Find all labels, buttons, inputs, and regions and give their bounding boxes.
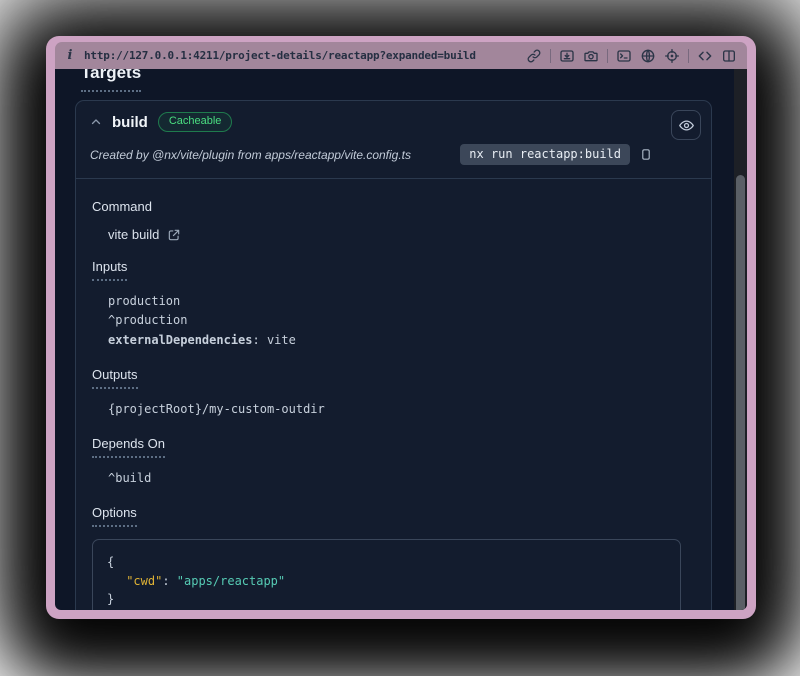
view-target-button[interactable] — [671, 110, 701, 140]
inputs-section: Inputs production ^production externalDe… — [92, 259, 695, 350]
download-icon[interactable] — [559, 48, 575, 64]
toolbar-separator — [550, 49, 551, 63]
code-icon[interactable] — [697, 48, 713, 64]
copy-icon — [639, 147, 653, 162]
target-name: build — [112, 114, 148, 131]
depends-on-item: ^build — [108, 469, 695, 488]
command-label: Command — [92, 199, 152, 214]
json-line: } — [107, 590, 666, 609]
camera-icon[interactable] — [583, 48, 599, 64]
page-title[interactable]: Targets — [81, 69, 141, 92]
build-header-meta: Created by @nx/vite/plugin from apps/rea… — [90, 144, 697, 165]
input-item: production — [108, 292, 695, 311]
info-icon[interactable]: i — [65, 48, 75, 63]
link-icon[interactable] — [526, 48, 542, 64]
options-label[interactable]: Options — [92, 505, 137, 527]
inputs-label[interactable]: Inputs — [92, 259, 127, 281]
toolbar-separator — [607, 49, 608, 63]
eye-icon — [678, 117, 695, 134]
depends-on-label[interactable]: Depends On — [92, 436, 165, 458]
build-card-body: Command vite build Inputs production ^pr… — [76, 179, 711, 610]
input-item: ^production — [108, 311, 695, 330]
crosshair-icon[interactable] — [664, 48, 680, 64]
json-line: { — [107, 553, 666, 572]
command-section: Command vite build — [92, 199, 695, 242]
cacheable-badge: Cacheable — [158, 112, 233, 132]
globe-icon[interactable] — [640, 48, 656, 64]
app-window: i http://127.0.0.1:4211/project-details/… — [46, 36, 756, 619]
title-bar: i http://127.0.0.1:4211/project-details/… — [55, 42, 747, 69]
build-header-toggle[interactable]: build Cacheable — [90, 112, 697, 132]
target-card-build: build Cacheable Created by @nx/vite/plug… — [75, 100, 712, 610]
toolbar-icons — [526, 48, 737, 64]
scrollbar-thumb[interactable] — [736, 175, 745, 610]
split-view-icon[interactable] — [721, 48, 737, 64]
options-section: Options { "cwd": "apps/reactapp" } — [92, 505, 695, 610]
created-by-text: Created by @nx/vite/plugin from apps/rea… — [90, 148, 411, 162]
run-command-chip: nx run reactapp:build — [460, 144, 630, 165]
options-json-block: { "cwd": "apps/reactapp" } — [92, 539, 681, 610]
terminal-icon[interactable] — [616, 48, 632, 64]
json-line: "cwd": "apps/reactapp" — [107, 572, 666, 591]
url-text[interactable]: http://127.0.0.1:4211/project-details/re… — [84, 49, 476, 62]
page-content: Targets build Cacheable Created by @n — [55, 69, 747, 610]
command-value: vite build — [108, 227, 159, 242]
scrollbar-track[interactable] — [734, 69, 747, 610]
outputs-label[interactable]: Outputs — [92, 367, 138, 389]
external-link-icon[interactable] — [167, 228, 181, 242]
input-item: externalDependencies: vite — [108, 331, 695, 350]
outputs-section: Outputs {projectRoot}/my-custom-outdir — [92, 367, 695, 419]
chevron-up-icon — [90, 116, 102, 128]
toolbar-separator — [688, 49, 689, 63]
output-item: {projectRoot}/my-custom-outdir — [108, 400, 695, 419]
build-card-header: build Cacheable Created by @nx/vite/plug… — [76, 101, 711, 179]
copy-command-button[interactable] — [639, 147, 653, 162]
depends-on-section: Depends On ^build — [92, 436, 695, 488]
